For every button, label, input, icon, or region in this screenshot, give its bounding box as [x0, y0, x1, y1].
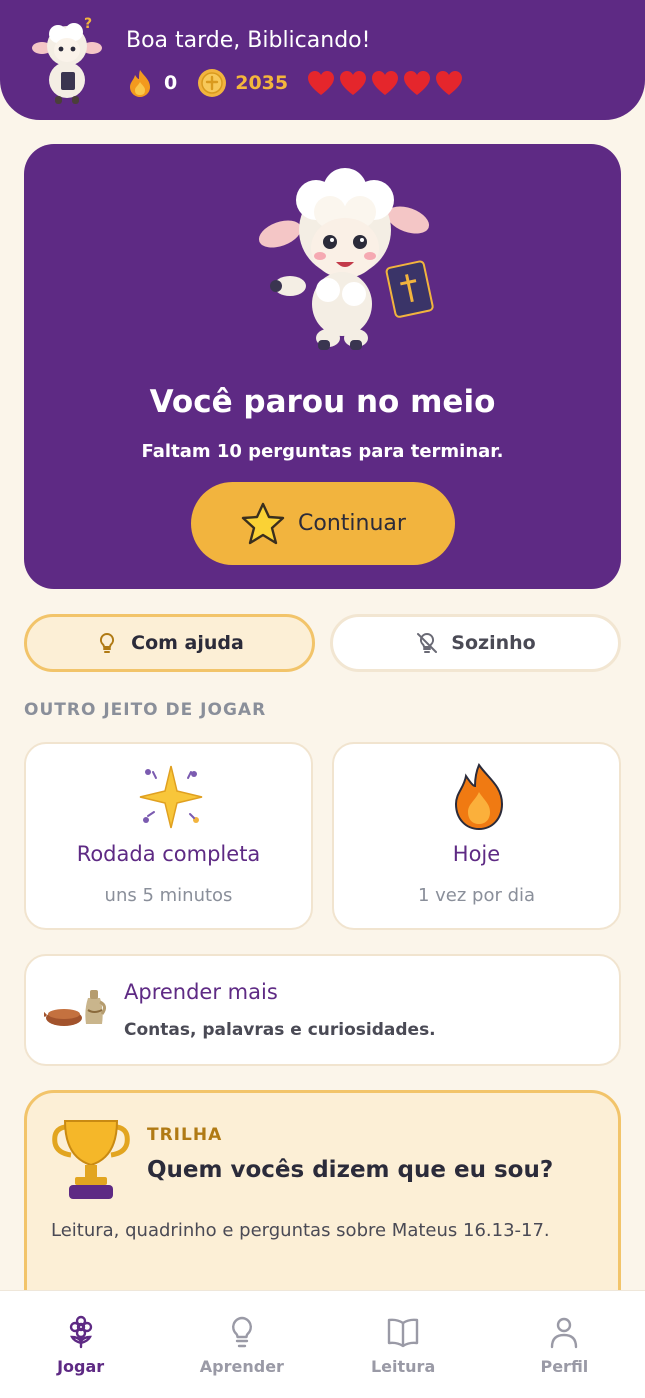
mode-solo-label: Sozinho — [451, 632, 536, 654]
daily-challenge-subtitle: 1 vez por dia — [417, 885, 536, 906]
stats-bar: 0 2035 — [126, 66, 464, 100]
heart-icon — [436, 71, 463, 95]
learn-more-subtitle: Contas, palavras e curiosidades. — [124, 1020, 436, 1040]
continue-button[interactable]: Continuar — [191, 482, 455, 565]
nav-label-leitura: Leitura — [370, 1357, 436, 1376]
continue-button-label: Continuar — [298, 511, 406, 536]
sparkle-icon — [139, 765, 203, 829]
svg-text:?: ? — [84, 16, 92, 32]
lightbulb-off-icon — [417, 632, 438, 653]
full-round-subtitle: uns 5 minutos — [104, 885, 233, 906]
bottom-nav: Jogar Aprender Leitura Perfil — [0, 1290, 645, 1398]
learn-more-card[interactable]: Aprender mais Contas, palavras e curiosi… — [24, 954, 621, 1066]
nav-label-aprender: Aprender — [199, 1357, 284, 1376]
star-icon — [241, 502, 285, 544]
heart-icon — [372, 71, 399, 95]
flame-icon — [130, 70, 150, 97]
resume-card: Você parou no meio Faltam 10 perguntas p… — [24, 144, 621, 589]
nav-item-jogar[interactable]: Jogar — [0, 1291, 161, 1398]
flame-icon — [454, 762, 504, 831]
nav-item-leitura[interactable]: Leitura — [323, 1291, 484, 1398]
sheep-mascot-icon — [258, 168, 434, 350]
lightbulb-icon — [100, 632, 115, 653]
heart-icon — [404, 71, 431, 95]
person-icon — [551, 1317, 578, 1349]
resume-subtitle: Faltam 10 perguntas para terminar. — [141, 441, 504, 462]
mode-with-help-button[interactable]: Com ajuda — [24, 614, 315, 672]
header: ? Boa tarde, Biblicando! 0 2035 — [0, 0, 645, 120]
coin-icon — [198, 69, 227, 97]
full-round-card[interactable]: Rodada completa uns 5 minutos — [24, 742, 313, 930]
heart-icon — [308, 71, 335, 95]
nav-item-aprender[interactable]: Aprender — [161, 1291, 322, 1398]
trail-label: TRILHA — [147, 1125, 223, 1145]
flower-icon — [69, 1315, 92, 1349]
daily-challenge-card[interactable]: Hoje 1 vez por dia — [332, 742, 621, 930]
mode-solo-button[interactable]: Sozinho — [330, 614, 621, 672]
learn-more-title: Aprender mais — [124, 980, 278, 1004]
full-round-title: Rodada completa — [76, 842, 261, 866]
trophy-icon — [52, 1120, 130, 1199]
greeting-text: Boa tarde, Biblicando! — [126, 28, 371, 53]
daily-challenge-title: Hoje — [452, 842, 501, 866]
section-label: OUTRO JEITO DE JOGAR — [24, 700, 267, 720]
lightbulb-icon — [231, 1316, 252, 1348]
mode-with-help-label: Com ajuda — [131, 632, 244, 654]
book-icon — [387, 1318, 419, 1348]
heart-icon — [340, 71, 367, 95]
streak-count: 0 — [164, 72, 178, 94]
hearts-bar — [306, 69, 464, 97]
sheep-mascot-icon: ? — [32, 16, 102, 104]
trail-title: Quem vocês dizem que eu sou? — [147, 1157, 554, 1183]
nav-label-perfil: Perfil — [540, 1357, 589, 1376]
oil-lamp-icon — [44, 990, 107, 1026]
nav-label-jogar: Jogar — [57, 1357, 105, 1376]
resume-title: Você parou no meio — [149, 384, 496, 420]
trail-description: Leitura, quadrinho e perguntas sobre Mat… — [51, 1220, 550, 1241]
coin-count: 2035 — [235, 72, 289, 94]
nav-item-perfil[interactable]: Perfil — [484, 1291, 645, 1398]
